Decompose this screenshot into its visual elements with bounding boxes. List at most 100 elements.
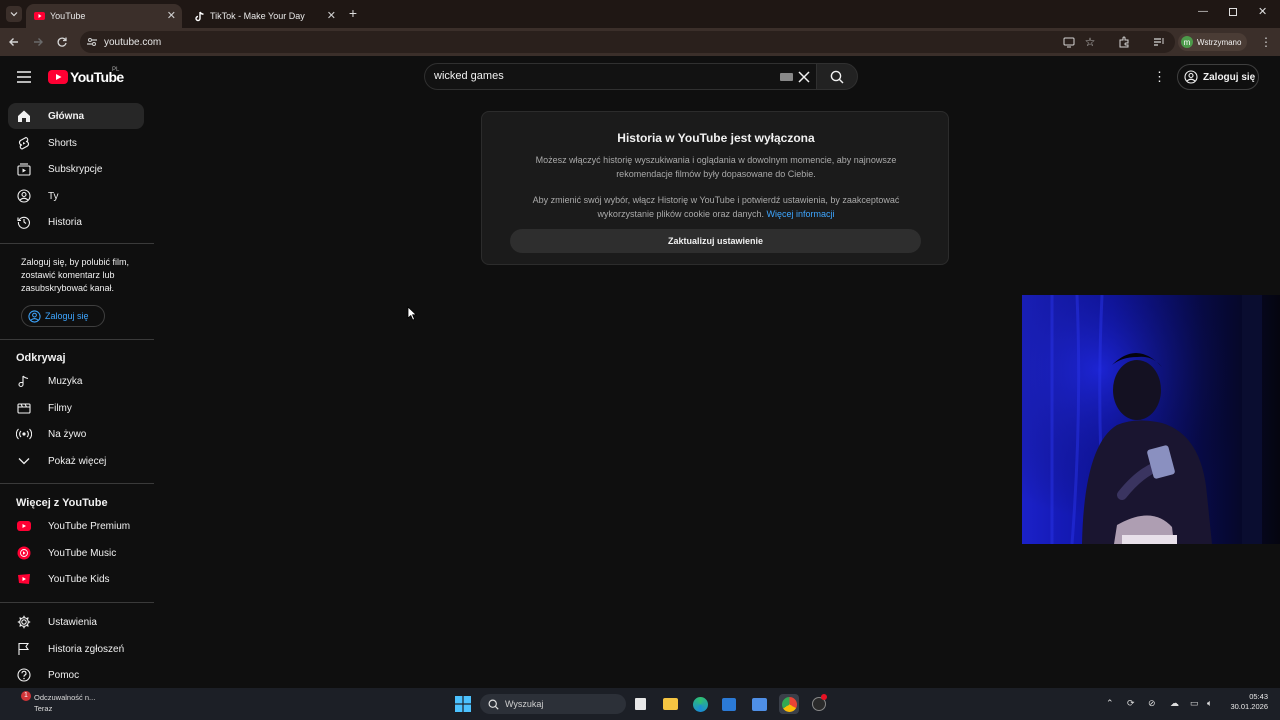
youtube-favicon-icon — [34, 11, 45, 22]
sidebar-item-show-more[interactable]: Pokaż więcej — [8, 448, 144, 474]
install-app-icon[interactable] — [1061, 34, 1077, 50]
close-tab-icon[interactable]: ✕ — [327, 9, 336, 22]
sign-in-label: Zaloguj się — [45, 311, 89, 321]
yt-premium-icon — [16, 518, 32, 534]
help-icon — [16, 667, 32, 683]
sidebar-item-label: YouTube Kids — [48, 573, 110, 585]
media-controls-icon[interactable] — [1151, 34, 1167, 50]
sidebar-item-films[interactable]: Filmy — [8, 395, 144, 421]
new-tab-button[interactable]: + — [346, 6, 360, 20]
mouse-cursor-icon — [407, 306, 417, 321]
sidebar-sign-in-button[interactable]: Zaloguj się — [21, 305, 105, 327]
sync-icon[interactable]: ⟳ — [1127, 698, 1135, 709]
sidebar-item-home[interactable]: Główna — [8, 103, 144, 129]
search-icon — [830, 70, 844, 83]
sidebar-item-you[interactable]: Ty — [8, 183, 144, 209]
sidebar-item-label: Ustawienia — [48, 616, 97, 628]
sidebar-item-label: Filmy — [48, 402, 72, 414]
sidebar-item-youtube-music[interactable]: YouTube Music — [8, 540, 144, 566]
taskbar-clock[interactable]: 05:43 30.01.2026 — [1222, 692, 1268, 712]
update-setting-button[interactable]: Zaktualizuj ustawienie — [510, 229, 921, 253]
sidebar-item-label: Shorts — [48, 137, 77, 149]
sidebar-item-label: Muzyka — [48, 375, 83, 387]
sidebar-item-settings[interactable]: Ustawienia — [8, 609, 144, 635]
clock-time: 05:43 — [1249, 692, 1268, 701]
sidebar-divider — [0, 602, 154, 603]
sidebar-item-report-history[interactable]: Historia zgłoszeń — [8, 636, 144, 662]
sidebar-item-live[interactable]: Na żywo — [8, 421, 144, 447]
reload-icon[interactable] — [54, 34, 70, 50]
file-explorer-icon[interactable] — [660, 694, 680, 714]
app-notification-icon[interactable] — [809, 694, 829, 714]
notifications-muted-icon[interactable]: ⊘ — [1148, 698, 1156, 709]
edge-browser-icon[interactable] — [690, 694, 710, 714]
sidebar-item-label: Historia zgłoszeń — [48, 643, 125, 655]
address-bar[interactable] — [80, 31, 1175, 53]
clock-date: 30.01.2026 — [1230, 702, 1268, 711]
search-query-text: wicked games — [434, 70, 504, 82]
maximize-window-icon[interactable] — [1229, 8, 1237, 16]
sidebar-item-label: Główna — [48, 110, 85, 122]
sidebar-item-subscriptions[interactable]: Subskrypcje — [8, 156, 144, 182]
sidebar-item-youtube-premium[interactable]: YouTube Premium — [8, 513, 144, 539]
more-from-youtube-title: Więcej z YouTube — [16, 497, 108, 509]
sidebar-item-label: Subskrypcje — [48, 163, 103, 175]
sidebar-item-label: YouTube Premium — [48, 520, 131, 532]
youtube-logo[interactable]: YouTube PL — [48, 67, 124, 85]
tiktok-favicon-icon — [194, 11, 205, 22]
tab-title: YouTube — [50, 11, 86, 21]
tab-youtube[interactable]: YouTube ✕ — [26, 4, 182, 28]
gear-icon — [16, 614, 32, 630]
sidebar-item-shorts[interactable]: Shorts — [8, 130, 144, 156]
chevron-down-icon — [10, 12, 18, 17]
forward-arrow-icon[interactable] — [30, 34, 46, 50]
sign-in-button[interactable]: Zaloguj się — [1177, 64, 1259, 90]
profile-chip[interactable]: m Wstrzymano — [1178, 33, 1248, 51]
back-arrow-icon[interactable] — [6, 34, 22, 50]
onedrive-icon[interactable]: ☁ — [1170, 698, 1179, 709]
site-info-icon[interactable] — [84, 34, 100, 50]
tab-search-menu-button[interactable] — [6, 6, 22, 22]
minimize-window-icon[interactable]: — — [1198, 6, 1208, 17]
close-window-icon[interactable]: ✕ — [1258, 5, 1267, 18]
notification-title: Odczuwalność n... — [34, 693, 96, 702]
subscriptions-icon — [16, 161, 32, 177]
flag-icon — [16, 641, 32, 657]
extensions-icon[interactable] — [1116, 34, 1132, 50]
close-tab-icon[interactable]: ✕ — [167, 9, 176, 22]
yt-kids-icon — [16, 571, 32, 587]
taskbar-search[interactable]: Wyszukaj — [480, 694, 626, 714]
youtube-region-code: PL — [112, 67, 120, 73]
tab-tiktok[interactable]: TikTok - Make Your Day ✕ — [186, 4, 342, 28]
sidebar-item-history[interactable]: Historia — [8, 209, 144, 235]
windows-start-icon[interactable] — [453, 694, 473, 714]
browser-tab-strip: YouTube ✕ TikTok - Make Your Day ✕ + — ✕ — [0, 0, 1280, 28]
chrome-icon[interactable] — [779, 694, 799, 714]
yt-music-icon — [16, 545, 32, 561]
search-button[interactable] — [816, 63, 858, 90]
sidebar-item-label: Pomoc — [48, 669, 80, 681]
sidebar-item-music[interactable]: Muzyka — [8, 368, 144, 394]
sidebar-item-youtube-kids[interactable]: YouTube Kids — [8, 566, 144, 592]
sidebar-divider — [0, 339, 154, 340]
sidebar-divider — [0, 243, 154, 244]
music-icon — [16, 373, 32, 389]
volume-icon[interactable]: 🔈︎ — [1207, 698, 1212, 709]
hamburger-menu-icon[interactable] — [17, 70, 31, 83]
sidebar-item-help[interactable]: Pomoc — [8, 662, 144, 688]
display-icon[interactable]: ▭ — [1190, 698, 1199, 709]
show-hidden-icons-icon[interactable]: ⌃ — [1106, 698, 1114, 709]
browser-menu-icon[interactable]: ⋮ — [1258, 34, 1274, 50]
history-off-notice: Historia w YouTube jest wyłączona Możesz… — [481, 111, 949, 265]
settings-dots-icon[interactable]: ⋮ — [1153, 69, 1166, 84]
outlook-icon[interactable] — [749, 694, 769, 714]
store-icon[interactable] — [719, 694, 739, 714]
keyboard-icon[interactable] — [780, 73, 793, 81]
clear-search-icon[interactable] — [798, 70, 810, 83]
home-icon — [16, 108, 32, 124]
tab-title: TikTok - Make Your Day — [210, 11, 305, 21]
sidebar-item-label: YouTube Music — [48, 547, 117, 559]
learn-more-link[interactable]: Więcej informacji — [767, 209, 835, 219]
task-view-icon[interactable] — [630, 694, 650, 714]
bookmark-star-icon[interactable]: ☆ — [1082, 34, 1098, 50]
